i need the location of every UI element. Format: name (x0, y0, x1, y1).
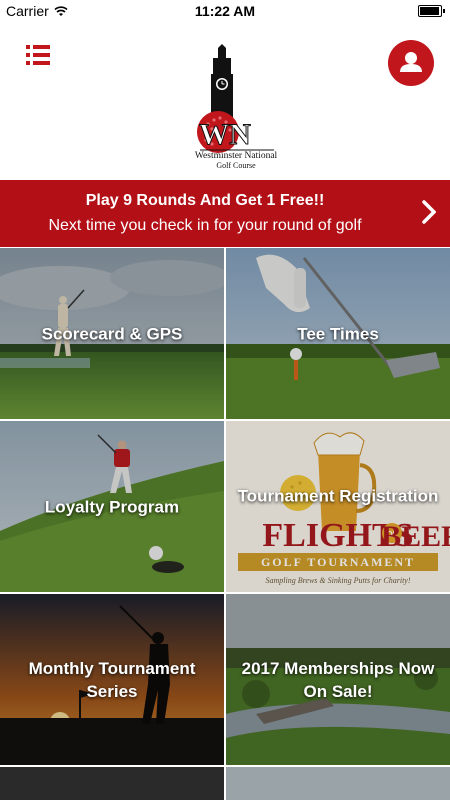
tile-label: Tee Times (297, 324, 379, 343)
svg-text:WN: WN (199, 118, 251, 151)
tile-partial-left[interactable] (0, 767, 224, 800)
tile-label: Monthly Tournament Series (28, 658, 196, 701)
tile-label: Tournament Registration (237, 486, 439, 506)
svg-text:Golf Course: Golf Course (216, 161, 256, 170)
promo-banner[interactable]: Play 9 Rounds And Get 1 Free!! Next time… (0, 180, 450, 247)
tile-loyalty-program[interactable]: Loyalty Program (0, 421, 224, 592)
status-bar: Carrier 11:22 AM (0, 0, 450, 22)
tile-label: 2017 Memberships Now On Sale! (241, 658, 435, 701)
club-logo: WN Westminster National Golf Course (195, 44, 278, 170)
tile-label: Loyalty Program (44, 497, 180, 516)
tile-monthly-tournament-series[interactable]: Monthly Tournament Series (0, 594, 224, 765)
battery-icon (418, 5, 445, 17)
tile-tee-times[interactable]: Tee Times (226, 248, 450, 419)
app-header: WN Westminster National Golf Course (0, 22, 450, 180)
promo-title: Play 9 Rounds And Get 1 Free!! (85, 192, 325, 209)
status-time: 11:22 AM (194, 3, 256, 19)
promo-subtitle: Next time you check in for your round of… (48, 217, 362, 234)
tile-memberships[interactable]: 2017 Memberships Now On Sale! (226, 594, 450, 765)
profile-button[interactable] (388, 40, 434, 86)
tile-scorecard-gps[interactable]: Scorecard & GPS (0, 248, 224, 419)
tile-partial-right[interactable] (226, 767, 450, 800)
feature-grid: Scorecard & GPS Tee Times Loyalty Progra… (0, 248, 450, 800)
tile-tournament-registration[interactable]: FLIGHTS OF BEER GOLF TOURNAMENT Sampling… (226, 421, 450, 592)
chevron-right-icon (422, 200, 436, 224)
svg-text:Westminster National: Westminster National (195, 151, 278, 161)
tile-label: Scorecard & GPS (41, 324, 183, 343)
user-icon (400, 52, 422, 72)
menu-button[interactable] (26, 44, 52, 66)
